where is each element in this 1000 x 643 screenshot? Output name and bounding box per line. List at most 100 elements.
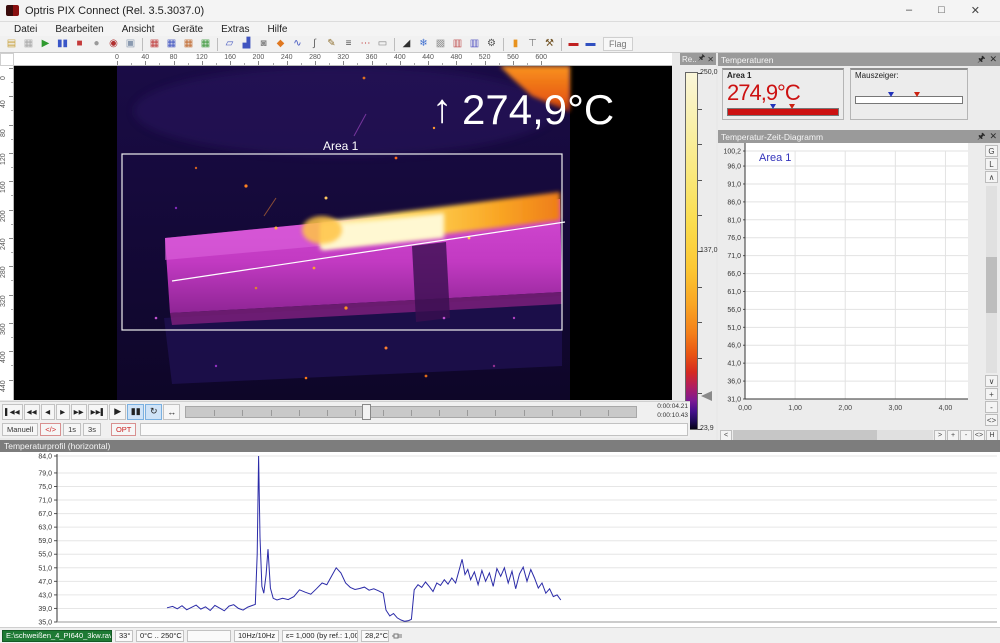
max-marker-icon[interactable] bbox=[914, 92, 920, 97]
chart-button-l[interactable]: L bbox=[985, 158, 998, 170]
skip-end-button[interactable]: ▶▶▌ bbox=[88, 404, 109, 420]
rewind-button[interactable]: ◀◀ bbox=[24, 404, 40, 420]
colorbar-panel-header[interactable]: Re... 🖈 ✕ bbox=[680, 53, 716, 65]
chart-colors-1-icon[interactable]: ▥ bbox=[449, 37, 466, 52]
measure-area-icon[interactable]: ▱ bbox=[221, 37, 238, 52]
min-marker-icon[interactable] bbox=[888, 92, 894, 97]
chart-button-g[interactable]: G bbox=[985, 145, 998, 157]
chart-vertical-scrollbar[interactable] bbox=[986, 186, 997, 373]
device-setup-icon[interactable]: ⚙ bbox=[483, 37, 500, 52]
tools-icon[interactable]: ⚒ bbox=[541, 37, 558, 52]
chart-button[interactable]: <> bbox=[985, 414, 998, 426]
speed-button-Manuell[interactable]: Manuell bbox=[2, 423, 38, 436]
play-icon[interactable]: ▶ bbox=[37, 37, 54, 52]
ruler-h-label: 80 bbox=[170, 54, 178, 61]
temp-time-diagram-icon[interactable]: ∿ bbox=[289, 37, 306, 52]
chart-button-+[interactable]: + bbox=[947, 430, 959, 441]
palette-view-1-icon[interactable]: ▦ bbox=[146, 37, 163, 52]
thermal-image-view[interactable]: Area 1 ↑ 274,9°C bbox=[14, 66, 672, 400]
hot-spot-icon[interactable]: ◆ bbox=[272, 37, 289, 52]
histogram-icon[interactable]: ▟ bbox=[238, 37, 255, 52]
timeline-icon[interactable]: ▭ bbox=[374, 37, 391, 52]
hscroll-left-button[interactable]: < bbox=[720, 430, 732, 441]
time-diagram-header[interactable]: Temperatur-Zeit-Diagramm 🖈 ✕ bbox=[718, 130, 1000, 143]
profile-panel-header[interactable]: Temperaturprofil (horizontal) bbox=[0, 440, 1000, 452]
chart-button--[interactable]: - bbox=[960, 430, 972, 441]
minimize-button[interactable]: – bbox=[906, 4, 912, 17]
max-marker-icon[interactable] bbox=[789, 104, 795, 109]
binary-output-icon[interactable]: ≡ bbox=[340, 37, 357, 52]
mouse-box-label: Mauszeiger: bbox=[855, 71, 963, 80]
close-icon[interactable]: ✕ bbox=[989, 131, 997, 142]
speed-button-1s[interactable]: 1s bbox=[63, 423, 81, 436]
timeline-slider[interactable] bbox=[185, 406, 637, 418]
status-empty bbox=[187, 630, 231, 642]
min-marker-icon[interactable] bbox=[770, 104, 776, 109]
close-button[interactable]: ✕ bbox=[971, 4, 980, 17]
record-icon[interactable]: ● bbox=[88, 37, 105, 52]
timeline-tick bbox=[524, 410, 525, 416]
chart-button[interactable]: + bbox=[985, 388, 998, 400]
emissivity-icon[interactable]: ◢ bbox=[398, 37, 415, 52]
profile-diagram-icon[interactable]: ∫ bbox=[306, 37, 323, 52]
temperatures-panel-header[interactable]: Temperaturen 🖈 ✕ bbox=[718, 53, 1000, 66]
palette-view-2-icon[interactable]: ▦ bbox=[163, 37, 180, 52]
chart-button[interactable]: - bbox=[985, 401, 998, 413]
freeze-icon[interactable]: ❄ bbox=[415, 37, 432, 52]
skip-start-button[interactable]: ▌◀◀ bbox=[2, 404, 23, 420]
scrollbar-thumb[interactable] bbox=[986, 257, 997, 313]
play-button[interactable]: ▶ bbox=[109, 404, 126, 420]
reference-points-icon[interactable]: ⋯ bbox=[357, 37, 374, 52]
chart-button[interactable]: ∨ bbox=[985, 375, 998, 387]
record-marker-1-icon[interactable]: ▬ bbox=[565, 37, 582, 52]
toolbar-separator bbox=[503, 38, 504, 51]
flag-button[interactable]: Flag bbox=[603, 37, 633, 51]
pause-icon[interactable]: ▮▮ bbox=[54, 37, 71, 52]
maximize-button[interactable]: □ bbox=[938, 4, 945, 17]
open-file-icon[interactable]: ▤ bbox=[3, 37, 20, 52]
opt-button[interactable]: OPT bbox=[111, 423, 136, 436]
alarm-bar-icon[interactable]: ▮ bbox=[507, 37, 524, 52]
scrollbar-thumb[interactable] bbox=[733, 430, 877, 441]
copy-icon[interactable]: ▣ bbox=[122, 37, 139, 52]
menu-extras[interactable]: Extras bbox=[213, 23, 257, 36]
step-forward-button[interactable]: ▶ bbox=[56, 404, 70, 420]
palette-view-3-icon[interactable]: ▦ bbox=[180, 37, 197, 52]
speed-button-3s[interactable]: 3s bbox=[83, 423, 101, 436]
trim-button[interactable]: ↔ bbox=[163, 404, 180, 420]
chart-colors-2-icon[interactable]: ▥ bbox=[466, 37, 483, 52]
stop-icon[interactable]: ■ bbox=[71, 37, 88, 52]
menu-geräte[interactable]: Geräte bbox=[165, 23, 212, 36]
temperature-scale-gradient[interactable] bbox=[685, 72, 698, 430]
speed-button-[interactable]: </> bbox=[40, 423, 61, 436]
record-marker-2-icon[interactable]: ▬ bbox=[582, 37, 599, 52]
fast-forward-button[interactable]: ▶▶ bbox=[71, 404, 87, 420]
hscroll-right-button[interactable]: > bbox=[934, 430, 946, 441]
chart-button-∧[interactable]: ∧ bbox=[985, 171, 998, 183]
menu-ansicht[interactable]: Ansicht bbox=[114, 23, 163, 36]
snapshot-icon[interactable]: ◉ bbox=[105, 37, 122, 52]
text-overlay-icon[interactable]: ⊤ bbox=[524, 37, 541, 52]
image-adjust-icon[interactable]: ▩ bbox=[432, 37, 449, 52]
svg-text:71,0: 71,0 bbox=[38, 498, 52, 505]
chart-button-<>[interactable]: <> bbox=[973, 430, 985, 441]
palette-view-4-icon[interactable]: ▦ bbox=[197, 37, 214, 52]
chart-button-H[interactable]: H bbox=[986, 430, 998, 441]
timeline-slider-thumb[interactable] bbox=[362, 404, 371, 420]
pause-button[interactable]: ▮▮ bbox=[127, 404, 144, 420]
menu-datei[interactable]: Datei bbox=[6, 23, 45, 36]
close-icon[interactable]: ✕ bbox=[989, 54, 997, 65]
scale-marker-arrow[interactable] bbox=[701, 391, 712, 401]
pin-icon[interactable]: 🖈 bbox=[977, 52, 985, 68]
chart-horizontal-scrollbar[interactable] bbox=[733, 430, 933, 441]
menu-bearbeiten[interactable]: Bearbeiten bbox=[47, 23, 111, 36]
video-mode-icon[interactable]: ◙ bbox=[255, 37, 272, 52]
loop-button[interactable]: ↻ bbox=[145, 404, 162, 420]
step-back-button[interactable]: ◀ bbox=[41, 404, 55, 420]
close-icon[interactable]: ✕ bbox=[707, 55, 714, 64]
menu-hilfe[interactable]: Hilfe bbox=[259, 23, 295, 36]
pin-icon[interactable]: 🖈 bbox=[698, 52, 705, 66]
save-icon[interactable]: ▦ bbox=[20, 37, 37, 52]
scale-mid-label: 137,0 bbox=[700, 247, 718, 254]
diagram-editor-icon[interactable]: ✎ bbox=[323, 37, 340, 52]
